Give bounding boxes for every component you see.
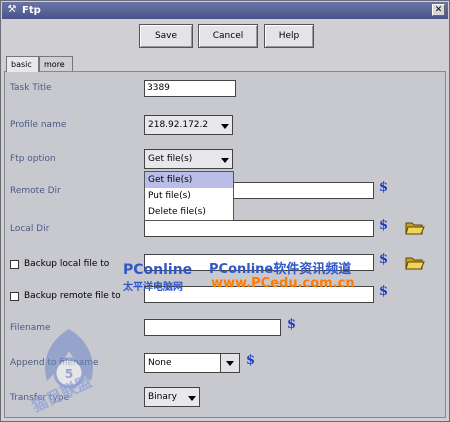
profile-name-select[interactable]: 218.92.172.2 [144, 115, 233, 135]
chevron-down-icon [188, 396, 196, 401]
task-title-input[interactable]: 3389 [144, 80, 236, 97]
title-bar[interactable]: ⚒ Ftp ✕ [2, 2, 448, 19]
append-to-filename-value: None [148, 358, 172, 368]
transfer-type-select[interactable]: Binary [144, 387, 200, 407]
toolbar: Save Cancel Help [3, 21, 447, 51]
chevron-down-icon [221, 158, 229, 163]
chevron-down-icon [221, 124, 229, 129]
append-to-filename-select[interactable]: None [144, 353, 240, 373]
tab-basic[interactable]: basic [6, 56, 39, 72]
dropdown-item-put[interactable]: Put file(s) [145, 188, 233, 204]
local-dir-input[interactable] [144, 220, 374, 237]
cancel-button[interactable]: Cancel [198, 24, 258, 48]
app-icon: ⚒ [7, 4, 17, 15]
dollar-icon[interactable]: $ [287, 317, 296, 332]
ftp-option-select[interactable]: Get file(s) [144, 149, 233, 169]
help-button[interactable]: Help [264, 24, 314, 48]
pconline-url: www.PCedu.com.cn [211, 276, 355, 291]
ftp-option-dropdown: Get file(s) Put file(s) Delete file(s) [144, 171, 234, 221]
tab-more[interactable]: more [39, 56, 73, 72]
close-icon[interactable]: ✕ [432, 4, 445, 16]
pconline-logo: PConline [123, 262, 193, 278]
pconline-banner: PConline软件资讯频道 [209, 262, 352, 277]
ftp-option-label: Ftp option [10, 154, 56, 164]
transfer-type-value: Binary [148, 392, 177, 402]
backup-remote-checkbox[interactable] [10, 292, 19, 301]
dollar-icon[interactable]: $ [379, 252, 388, 267]
dropdown-item-get[interactable]: Get file(s) [145, 172, 233, 188]
dropdown-button[interactable] [220, 354, 239, 372]
ftp-dialog: ⚒ Ftp ✕ Save Cancel Help basic more Task… [0, 0, 450, 422]
remote-dir-label: Remote Dir [10, 186, 61, 196]
window-title: Ftp [22, 5, 41, 16]
dollar-icon[interactable]: $ [379, 218, 388, 233]
dollar-icon[interactable]: $ [246, 353, 255, 368]
task-title-label: Task Title [10, 83, 52, 93]
local-dir-label: Local Dir [10, 224, 50, 234]
profile-name-value: 218.92.172.2 [148, 120, 209, 130]
backup-local-label: Backup local file to [24, 259, 110, 269]
chevron-down-icon [226, 361, 234, 366]
save-button[interactable]: Save [139, 24, 193, 48]
backup-local-checkbox[interactable] [10, 260, 19, 269]
ftp-option-value: Get file(s) [148, 154, 193, 164]
dollar-icon[interactable]: $ [379, 284, 388, 299]
pconline-logo-cn: 太平洋电脑网 [123, 282, 183, 293]
dollar-icon[interactable]: $ [379, 180, 388, 195]
backup-remote-label: Backup remote file to [24, 291, 121, 301]
dropdown-item-delete[interactable]: Delete file(s) [145, 204, 233, 220]
folder-open-icon[interactable] [405, 221, 425, 235]
filename-input[interactable] [144, 319, 281, 336]
folder-open-icon[interactable] [405, 256, 425, 270]
profile-name-label: Profile name [10, 120, 67, 130]
